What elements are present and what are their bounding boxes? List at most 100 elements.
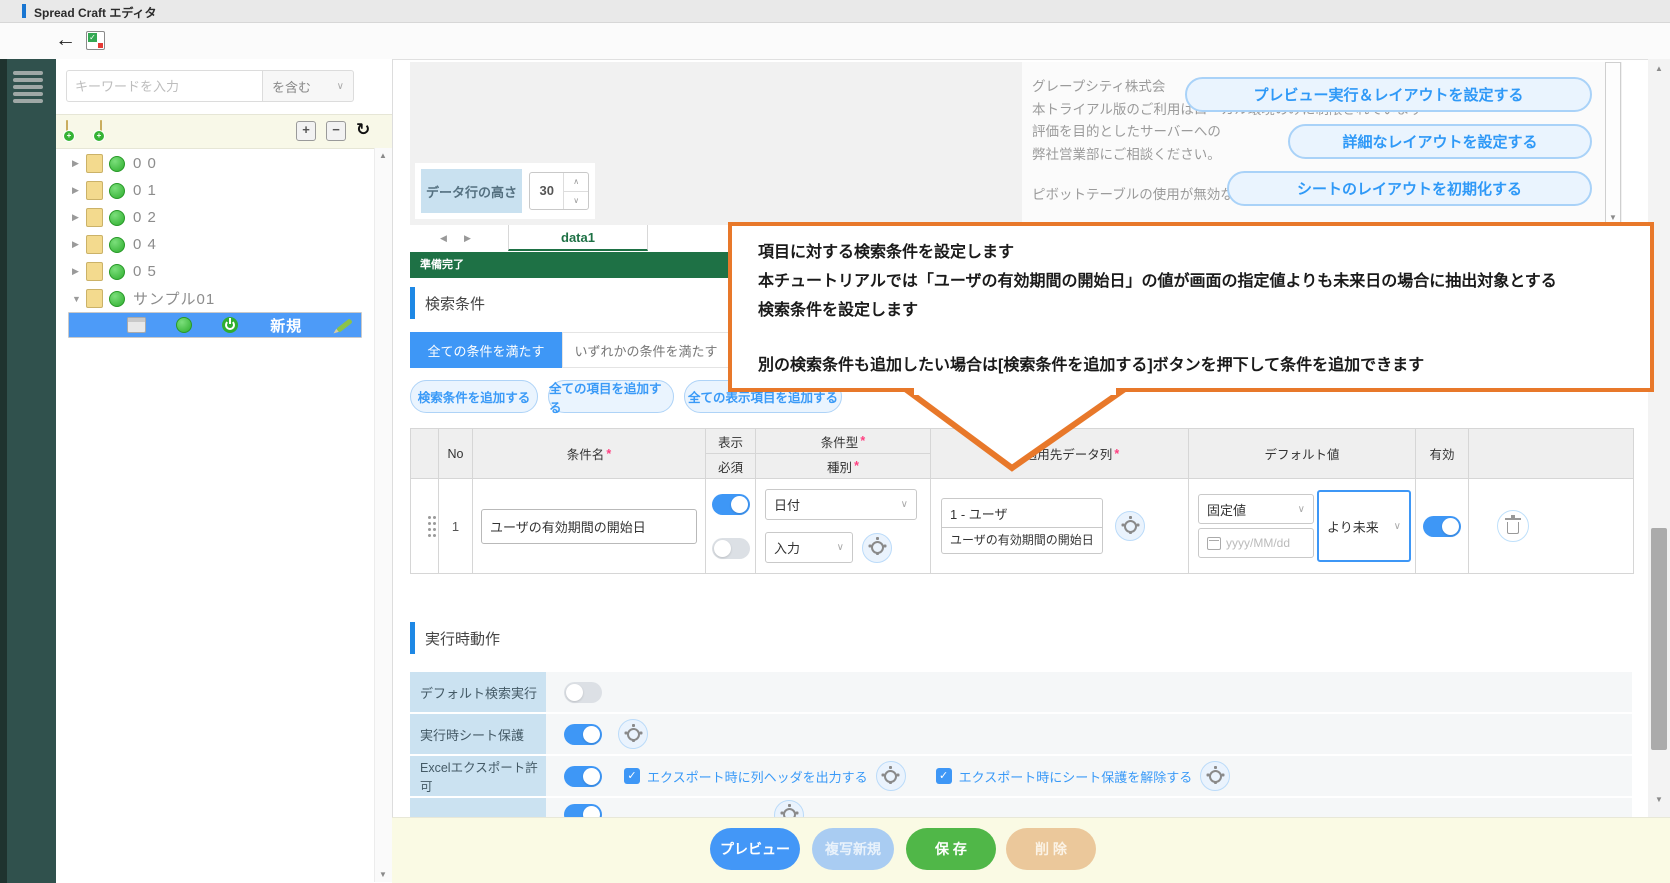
target-gear-button[interactable] [1115,511,1145,541]
column-header-checkbox-label[interactable]: エクスポート時に列ヘッダを出力する [647,767,868,786]
col-header-no: No [439,429,473,479]
unprotect-gear-button[interactable] [1200,761,1230,791]
reset-layout-button[interactable]: シートのレイアウトを初期化する [1227,171,1592,206]
condition-type-select[interactable]: 日付∨ [765,489,917,520]
toolbar: ← ✓ [0,23,1670,60]
row-drag-handle[interactable] [411,479,439,573]
hamburger-icon[interactable] [13,71,45,106]
match-mode-select[interactable]: を含む ∨ [262,70,354,102]
tree-item-label: 0 1 [133,182,157,199]
kind-select[interactable]: 入力∨ [765,532,853,563]
expander-icon[interactable]: ▼ [72,294,82,304]
scroll-up-icon[interactable]: ▲ [1655,64,1663,73]
tree-item-sample01[interactable]: ▼ サンプル01 [56,285,392,312]
scroll-down-icon[interactable]: ▼ [379,870,387,879]
tab-match-any[interactable]: いずれかの条件を満たす [562,332,730,368]
default-search-toggle[interactable] [564,682,602,703]
target-column-value[interactable]: ユーザの有効期間の開始日 [941,528,1103,554]
scrollbar-thumb[interactable] [1651,528,1667,750]
expander-icon[interactable]: ▶ [72,239,82,250]
default-search-row: デフォルト検索実行 [410,672,1632,712]
tree-scrollbar[interactable]: ▲ ▼ [374,148,392,882]
refresh-button[interactable]: ↻ [356,121,370,139]
folder-icon [86,289,103,308]
target-table-select[interactable]: 1 - ユーザ [941,498,1103,528]
spin-up-icon[interactable]: ∧ [564,173,588,192]
main-scrollbar[interactable]: ▲ ▼ [1648,59,1670,848]
default-date-input[interactable]: yyyy/MM/dd [1198,528,1314,558]
condition-name-input[interactable] [481,509,697,544]
back-button[interactable]: ← [55,28,76,52]
scroll-down-icon[interactable]: ▼ [1655,795,1663,804]
scroll-up-icon[interactable]: ▲ [379,151,387,160]
tree-item-label: 新規 [270,315,302,336]
gear-icon [884,770,897,783]
detail-layout-button[interactable]: 詳細なレイアウトを設定する [1288,124,1592,159]
tree-panel: を含む ∨ + + + − ↻ ▶ 0 0 ▶ 0 1 ▶ [56,59,393,883]
plus-badge-icon: + [63,130,75,142]
tree-item[interactable]: ▶ 0 2 [56,204,392,231]
expander-icon[interactable]: ▶ [72,212,82,223]
show-toggle[interactable] [712,494,750,515]
expander-icon[interactable]: ▶ [72,266,82,277]
collapse-all-button[interactable]: − [326,121,346,141]
tree-toolbar: + + + − ↻ [56,114,392,149]
preview-button[interactable]: プレビュー [710,828,800,870]
status-dot-icon [109,291,125,307]
save-button[interactable]: 保 存 [906,828,996,870]
sheet-tab-data1[interactable]: data1 [508,225,648,251]
footer-bar: プレビュー 複写新規 保 存 削 除 [392,817,1670,883]
add-condition-button[interactable]: 検索条件を追加する [410,380,538,413]
add-page-button[interactable]: + [66,120,68,139]
expand-all-button[interactable]: + [296,121,316,141]
column-header-gear-button[interactable] [876,761,906,791]
excel-export-row: Excelエクスポート許可 ✓ エクスポート時に列ヘッダを出力する ✓ エクスポ… [410,756,1632,796]
unprotect-checkbox-label[interactable]: エクスポート時にシート保護を解除する [959,767,1193,786]
callout-tail [890,388,1130,473]
tab-match-all[interactable]: 全ての条件を満たす [410,332,562,368]
runtime-section-title: 実行時動作 [410,622,500,654]
row-enabled-cell [1416,479,1469,573]
required-toggle[interactable] [712,538,750,559]
default-type-select[interactable]: 固定値∨ [1198,494,1314,524]
chevron-down-icon: ∨ [837,542,844,553]
operator-select[interactable]: より未来∨ [1317,490,1411,562]
title-bar: Spread Craft エディタ [0,0,1670,23]
tab-next-icon[interactable]: ▶ [464,233,471,244]
scroll-down-icon[interactable]: ▼ [1609,213,1617,222]
preview-scrollbar[interactable]: ▼ [1605,62,1621,225]
tree-item-label: サンプル01 [133,288,215,309]
row-height-stepper[interactable]: 30 ∧ ∨ [529,172,589,210]
expander-icon[interactable]: ▶ [72,185,82,196]
sheet-protect-toggle[interactable] [564,724,602,745]
tab-prev-icon[interactable]: ◀ [440,233,447,244]
tree-item[interactable]: ▶ 0 0 [56,150,392,177]
partial-row-gear-button[interactable] [774,800,804,818]
preview-layout-button[interactable]: プレビュー実行＆レイアウトを設定する [1185,77,1592,112]
excel-export-toggle[interactable] [564,766,602,787]
tree-item[interactable]: ▶ 0 4 [56,231,392,258]
add-all-items-button[interactable]: 全ての項目を追加する [548,380,674,413]
column-header-checkbox[interactable]: ✓ [624,768,640,784]
callout-line: 検索条件を設定します [758,296,1624,325]
spin-down-icon[interactable]: ∨ [564,192,588,210]
tree-item[interactable]: ▶ 0 1 [56,177,392,204]
tree-item-selected[interactable]: 新規 [68,312,362,338]
enabled-toggle[interactable] [1423,516,1461,537]
form-check-icon[interactable]: ✓ [86,31,105,50]
search-input[interactable] [66,70,272,102]
gear-icon [1209,770,1222,783]
kind-gear-button[interactable] [862,533,892,563]
tree-item[interactable]: ▶ 0 5 [56,258,392,285]
delete-button[interactable]: 削 除 [1006,828,1096,870]
unprotect-checkbox[interactable]: ✓ [936,768,952,784]
sheet-protect-gear-button[interactable] [618,719,648,749]
row-default-cell: 固定値∨ yyyy/MM/dd より未来∨ [1189,479,1416,573]
expander-icon[interactable]: ▶ [72,158,82,169]
partial-row-toggle[interactable] [564,804,602,817]
copy-new-button[interactable]: 複写新規 [812,828,894,870]
row-height-value[interactable]: 30 [530,173,563,209]
delete-row-button[interactable] [1497,510,1529,542]
default-search-label: デフォルト検索実行 [410,672,546,712]
add-sheet-button[interactable]: + [100,120,102,139]
